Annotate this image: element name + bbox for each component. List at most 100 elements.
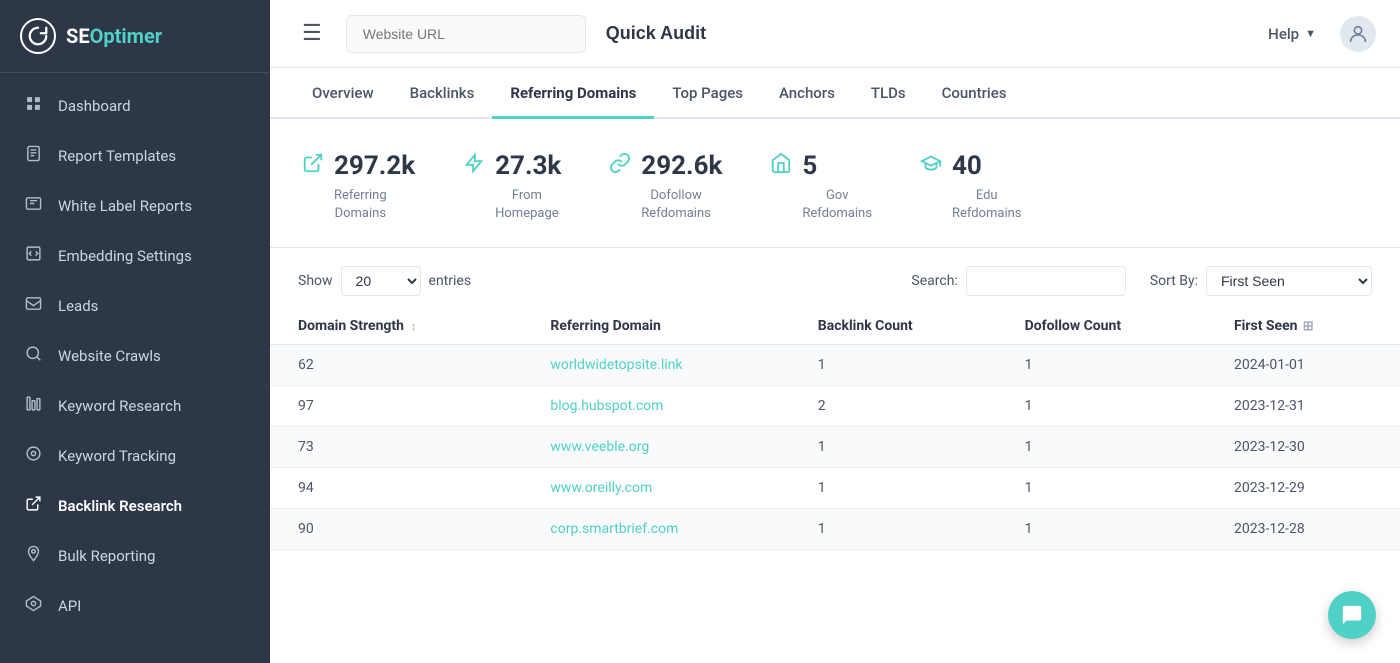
dashboard-icon [22, 95, 44, 117]
th-backlink-count: Backlink Count [802, 308, 1009, 345]
th-domain-strength[interactable]: Domain Strength ↕ [270, 308, 534, 345]
sidebar-item-report-templates[interactable]: Report Templates [0, 131, 270, 181]
sidebar-item-label-website-crawls: Website Crawls [58, 347, 161, 365]
keyword-tracking-icon [22, 445, 44, 467]
sidebar-item-keyword-research[interactable]: Keyword Research [0, 381, 270, 431]
sidebar-item-backlink-research[interactable]: Backlink Research [0, 481, 270, 531]
tab-backlinks[interactable]: Backlinks [392, 68, 493, 119]
tab-referring-domains[interactable]: Referring Domains [492, 68, 654, 119]
filter-icon[interactable]: ⊞ [1300, 319, 1314, 334]
domain-link[interactable]: corp.smartbrief.com [550, 521, 678, 537]
tab-overview[interactable]: Overview [294, 68, 392, 119]
sidebar-item-bulk-reporting[interactable]: Bulk Reporting [0, 531, 270, 581]
tab-countries[interactable]: Countries [924, 68, 1025, 119]
cell-first-seen: 2023-12-30 [1218, 427, 1400, 468]
tab-anchors[interactable]: Anchors [761, 68, 853, 119]
from-homepage-stat-icon [463, 152, 485, 180]
help-button[interactable]: Help ▼ [1268, 25, 1316, 43]
cell-domain-strength: 62 [270, 345, 534, 386]
sidebar-item-website-crawls[interactable]: Website Crawls [0, 331, 270, 381]
sidebar-item-api[interactable]: API [0, 581, 270, 631]
table-row: 90corp.smartbrief.com112023-12-28 [270, 509, 1400, 550]
from-homepage-value: 27.3k [495, 151, 561, 181]
referring-domains-label: Referring Domains [302, 187, 387, 223]
report-templates-icon [22, 145, 44, 167]
from-homepage-label: From Homepage [463, 187, 559, 223]
cell-first-seen: 2023-12-28 [1218, 509, 1400, 550]
cell-domain-strength: 90 [270, 509, 534, 550]
domain-link[interactable]: www.oreilly.com [550, 480, 652, 496]
cell-referring-domain: corp.smartbrief.com [534, 509, 801, 550]
cell-referring-domain: www.oreilly.com [534, 468, 801, 509]
main-content: OverviewBacklinksReferring DomainsTop Pa… [270, 68, 1400, 663]
sidebar: SEOptimer Dashboard Report Templates White… [0, 0, 270, 663]
cell-backlink-count: 1 [802, 427, 1009, 468]
stat-referring-domains: 297.2k Referring Domains [302, 151, 463, 223]
sidebar-navigation: Dashboard Report Templates White Label Rep… [0, 73, 270, 663]
table-row: 73www.veeble.org112023-12-30 [270, 427, 1400, 468]
referring-domains-value: 297.2k [334, 151, 415, 181]
stats-row: 297.2k Referring Domains 27.3k From Homepag… [270, 119, 1400, 248]
referring-domains-stat-icon [302, 152, 324, 180]
sidebar-item-label-keyword-research: Keyword Research [58, 397, 181, 415]
sidebar-item-label-embedding-settings: Embedding Settings [58, 247, 192, 265]
cell-domain-strength: 73 [270, 427, 534, 468]
cell-referring-domain: worldwidetopsite.link [534, 345, 801, 386]
cell-backlink-count: 2 [802, 386, 1009, 427]
sidebar-item-embedding-settings[interactable]: Embedding Settings [0, 231, 270, 281]
show-label: Show [298, 273, 333, 289]
sidebar-item-white-label-reports[interactable]: White Label Reports [0, 181, 270, 231]
cell-dofollow-count: 1 [1009, 468, 1218, 509]
hamburger-button[interactable]: ☰ [294, 17, 330, 50]
main-area: ☰ Quick Audit Help ▼ OverviewBacklinksRe… [270, 0, 1400, 663]
leads-icon [22, 295, 44, 317]
stat-from-homepage: 27.3k From Homepage [463, 151, 609, 223]
white-label-reports-icon [22, 195, 44, 217]
cell-first-seen: 2023-12-29 [1218, 468, 1400, 509]
keyword-research-icon [22, 395, 44, 417]
bulk-reporting-icon [22, 545, 44, 567]
table-controls: Show 102050100 entries Search: Sort By: … [270, 248, 1400, 308]
quick-audit-button[interactable]: Quick Audit [598, 23, 714, 44]
search-input[interactable] [966, 266, 1126, 296]
sidebar-item-dashboard[interactable]: Dashboard [0, 81, 270, 131]
domain-link[interactable]: www.veeble.org [550, 439, 649, 455]
domain-link[interactable]: blog.hubspot.com [550, 398, 663, 414]
tab-tlds[interactable]: TLDs [853, 68, 924, 119]
cell-backlink-count: 1 [802, 509, 1009, 550]
sort-by-label: Sort By: [1150, 273, 1198, 289]
gov-refdomains-label: Gov Refdomains [770, 187, 872, 223]
domain-link[interactable]: worldwidetopsite.link [550, 357, 682, 373]
tab-top-pages[interactable]: Top Pages [654, 68, 761, 119]
sidebar-logo: SEOptimer [0, 0, 270, 73]
edu-refdomains-label: Edu Refdomains [920, 187, 1022, 223]
sidebar-item-keyword-tracking[interactable]: Keyword Tracking [0, 431, 270, 481]
sidebar-item-label-report-templates: Report Templates [58, 147, 176, 165]
help-chevron-icon: ▼ [1305, 27, 1316, 40]
chat-bubble-button[interactable] [1328, 591, 1376, 639]
gov-refdomains-stat-icon [770, 152, 792, 180]
sort-select[interactable]: First SeenDomain StrengthBacklink CountD… [1206, 266, 1372, 296]
cell-dofollow-count: 1 [1009, 427, 1218, 468]
logo-icon [20, 18, 56, 54]
cell-first-seen: 2023-12-31 [1218, 386, 1400, 427]
url-input[interactable] [346, 15, 586, 53]
stat-edu-refdomains: 40Edu Refdomains [920, 151, 1070, 223]
th-referring-domain: Referring Domain [534, 308, 801, 345]
tabs-bar: OverviewBacklinksReferring DomainsTop Pa… [270, 68, 1400, 119]
entries-select[interactable]: 102050100 [341, 266, 421, 296]
sidebar-item-label-backlink-research: Backlink Research [58, 497, 182, 515]
entries-label: entries [429, 273, 472, 289]
sidebar-item-leads[interactable]: Leads [0, 281, 270, 331]
table-row: 62worldwidetopsite.link112024-01-01 [270, 345, 1400, 386]
stat-gov-refdomains: 5Gov Refdomains [770, 151, 920, 223]
backlink-research-icon [22, 495, 44, 517]
table-row: 97blog.hubspot.com212023-12-31 [270, 386, 1400, 427]
th-dofollow-count: Dofollow Count [1009, 308, 1218, 345]
cell-backlink-count: 1 [802, 468, 1009, 509]
user-avatar[interactable] [1340, 16, 1376, 52]
sidebar-item-label-keyword-tracking: Keyword Tracking [58, 447, 176, 465]
search-label: Search: [911, 273, 957, 289]
dofollow-refdomains-stat-icon [609, 152, 631, 180]
cell-domain-strength: 94 [270, 468, 534, 509]
